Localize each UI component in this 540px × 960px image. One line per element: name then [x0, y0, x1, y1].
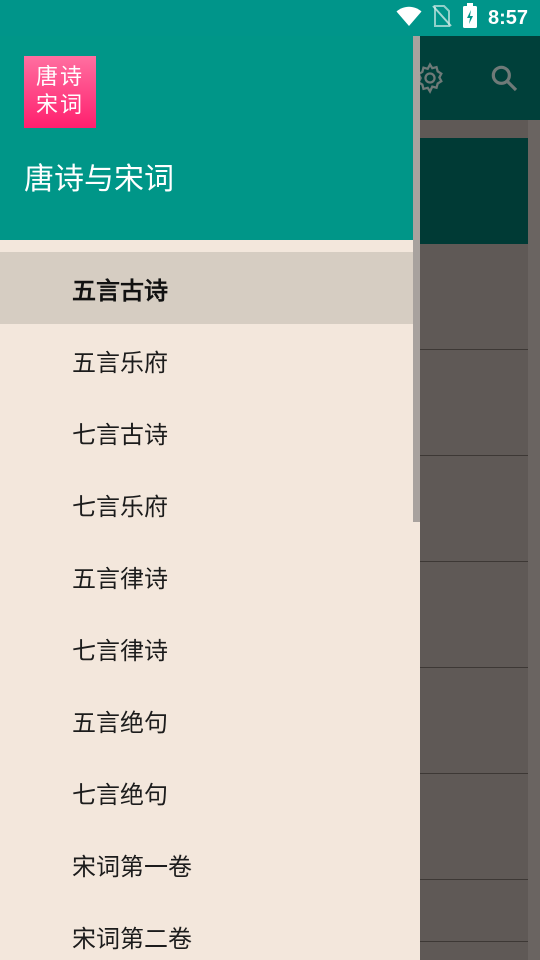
menu-item-qiyan-gushi[interactable]: 七言古诗 — [0, 396, 420, 468]
menu-item-label: 五言古诗 — [72, 276, 168, 305]
no-sim-icon — [432, 4, 452, 32]
menu-item-label: 七言乐府 — [72, 492, 168, 521]
app-logo-line-2: 宋词 — [35, 93, 84, 118]
status-time: 8:57 — [487, 6, 528, 29]
app-logo-line-1: 唐诗 — [35, 65, 84, 90]
wifi-icon — [396, 5, 422, 31]
menu-item-songci-vol2[interactable]: 宋词第二卷 — [0, 900, 420, 960]
menu-item-wuyan-lvshi[interactable]: 五言律诗 — [0, 540, 420, 612]
menu-item-label: 五言乐府 — [72, 348, 168, 377]
menu-item-qiyan-jueju[interactable]: 七言绝句 — [0, 756, 420, 828]
drawer-scrollbar[interactable] — [413, 36, 420, 522]
menu-item-songci-vol1[interactable]: 宋词第一卷 — [0, 828, 420, 900]
status-bar: 8:57 — [0, 0, 540, 36]
menu-item-label: 五言律诗 — [72, 564, 168, 593]
menu-item-label: 七言古诗 — [72, 420, 168, 449]
right-scroll-track — [528, 120, 540, 960]
navigation-drawer: 唐诗 宋词 唐诗与宋词 五言古诗 五言乐府 七言古诗 七言乐府 五言律诗 七言律… — [0, 0, 420, 960]
menu-item-label: 七言绝句 — [72, 780, 168, 809]
drawer-title: 唐诗与宋词 — [24, 162, 174, 197]
menu-item-wuyan-gushi[interactable]: 五言古诗 — [0, 252, 420, 324]
drawer-header: 唐诗 宋词 唐诗与宋词 — [0, 0, 420, 240]
menu-item-wuyan-jueju[interactable]: 五言绝句 — [0, 684, 420, 756]
menu-item-wuyan-yuefu[interactable]: 五言乐府 — [0, 324, 420, 396]
menu-item-label: 七言律诗 — [72, 636, 168, 665]
menu-item-label: 五言绝句 — [72, 708, 168, 737]
search-icon[interactable] — [484, 58, 524, 98]
battery-charging-icon — [462, 3, 478, 33]
menu-item-label: 宋词第一卷 — [72, 852, 192, 881]
menu-item-qiyan-lvshi[interactable]: 七言律诗 — [0, 612, 420, 684]
app-logo: 唐诗 宋词 — [24, 56, 96, 128]
drawer-menu: 五言古诗 五言乐府 七言古诗 七言乐府 五言律诗 七言律诗 五言绝句 七言绝句 … — [0, 252, 420, 960]
menu-item-label: 宋词第二卷 — [72, 924, 192, 953]
menu-item-qiyan-yuefu[interactable]: 七言乐府 — [0, 468, 420, 540]
